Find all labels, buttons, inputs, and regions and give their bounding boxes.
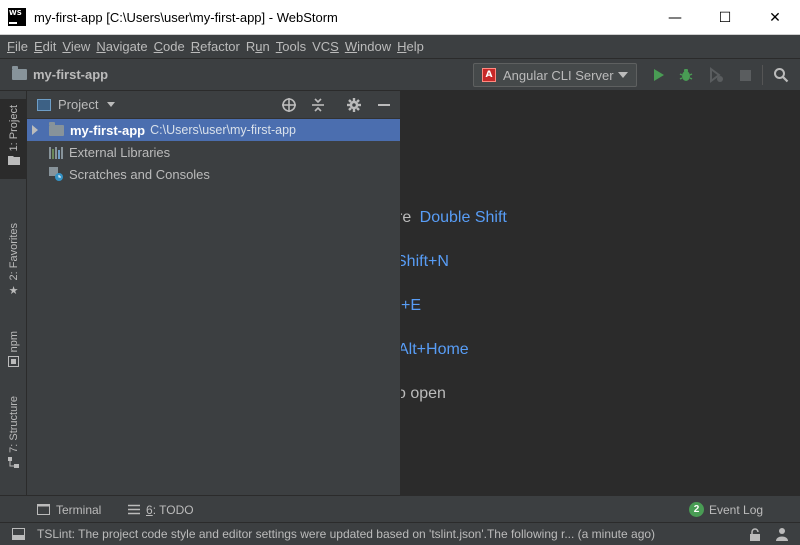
- tree-item-scratches[interactable]: Scratches and Consoles: [27, 163, 400, 185]
- hint-search-everywhere: re Double Shift: [401, 209, 507, 226]
- tree-item-label: Scratches and Consoles: [69, 166, 210, 182]
- collapse-all-icon[interactable]: [310, 97, 326, 113]
- breadcrumb-project[interactable]: my-first-app: [12, 66, 108, 82]
- tree-item-label: my-first-app: [70, 122, 146, 138]
- scratches-icon: [49, 167, 63, 181]
- menu-view[interactable]: View: [59, 39, 93, 54]
- status-bar: TSLint: The project code style and edito…: [0, 522, 800, 545]
- tab-event-log[interactable]: 2 Event Log: [689, 496, 763, 523]
- tab-terminal[interactable]: Terminal: [37, 496, 101, 523]
- tree-item-path: C:\Users\user\my-first-app: [150, 123, 296, 137]
- todo-list-icon: [128, 504, 140, 515]
- editor-area: re Double Shift Shift+N +E Alt+Home o op…: [401, 91, 800, 495]
- hector-inspector-icon[interactable]: [775, 527, 789, 545]
- tree-item-root-project[interactable]: my-first-app C:\Users\user\my-first-app: [27, 119, 400, 141]
- chevron-right-icon[interactable]: [32, 125, 38, 135]
- window-title: my-first-app [C:\Users\user\my-first-app…: [34, 9, 338, 25]
- run-configuration-label: Angular CLI Server: [503, 67, 614, 83]
- folder-icon: [12, 66, 27, 80]
- library-icon: [49, 146, 63, 159]
- menu-window[interactable]: Window: [342, 39, 394, 54]
- event-count-badge: 2: [689, 502, 704, 517]
- debug-icon[interactable]: [678, 67, 694, 83]
- toggle-tool-windows-icon[interactable]: [12, 528, 25, 544]
- run-icon[interactable]: [651, 67, 667, 83]
- tree-item-label: External Libraries: [69, 144, 171, 160]
- star-icon: ★: [8, 284, 19, 298]
- toolbar-divider: [762, 65, 763, 85]
- menu-edit[interactable]: Edit: [31, 39, 59, 54]
- stop-icon[interactable]: [737, 67, 753, 83]
- project-view-title[interactable]: Project: [58, 97, 98, 112]
- status-message[interactable]: TSLint: The project code style and edito…: [37, 527, 655, 541]
- menu-run[interactable]: Run: [243, 39, 273, 54]
- navigation-bar: my-first-app A Angular CLI Server: [0, 58, 800, 91]
- chevron-down-icon: [618, 72, 628, 78]
- run-configuration-select[interactable]: A Angular CLI Server: [473, 63, 637, 87]
- title-bar: WS my-first-app [C:\Users\user\my-first-…: [0, 0, 800, 35]
- menu-tools[interactable]: Tools: [273, 39, 309, 54]
- tab-favorites[interactable]: 2: Favorites ★: [0, 223, 27, 308]
- tab-todo[interactable]: 6: TODO: [128, 496, 194, 523]
- hint-navigation-bar: Alt+Home: [401, 341, 469, 358]
- terminal-icon: [37, 504, 50, 515]
- angular-icon: A: [482, 68, 496, 82]
- menu-navigate[interactable]: Navigate: [93, 39, 150, 54]
- hint-recent-files: +E: [401, 297, 422, 314]
- project-panel-header: Project: [27, 91, 400, 119]
- left-tool-strip: 1: Project 2: Favorites ★ npm 7: Structu…: [0, 91, 27, 495]
- minimize-button[interactable]: —: [650, 0, 700, 35]
- menu-bar: File Edit View Navigate Code Refactor Ru…: [0, 35, 800, 58]
- close-button[interactable]: ✕: [750, 0, 800, 35]
- menu-vcs[interactable]: VCS: [309, 39, 342, 54]
- locate-target-icon[interactable]: [281, 97, 297, 113]
- menu-code[interactable]: Code: [151, 39, 188, 54]
- hint-drop-files: o open: [401, 385, 446, 402]
- maximize-button[interactable]: ☐: [700, 0, 750, 35]
- tree-item-external-libraries[interactable]: External Libraries: [27, 141, 400, 163]
- structure-icon: [8, 456, 19, 471]
- lock-icon[interactable]: [749, 528, 761, 545]
- hint-go-to-file: Shift+N: [401, 253, 449, 270]
- project-view-icon: [37, 98, 51, 111]
- folder-icon: [49, 121, 64, 136]
- run-with-coverage-icon[interactable]: [708, 67, 724, 83]
- tab-project[interactable]: 1: Project: [0, 99, 27, 179]
- tab-structure[interactable]: 7: Structure: [0, 396, 27, 491]
- menu-refactor[interactable]: Refactor: [188, 39, 243, 54]
- bottom-tool-bar: Terminal 6: TODO 2 Event Log: [0, 495, 800, 522]
- project-tool-window: Project my-first-app C:\Users\user\my-fi…: [27, 91, 401, 495]
- tab-npm[interactable]: npm: [0, 331, 27, 376]
- hide-minimize-icon[interactable]: [376, 97, 392, 113]
- window-controls: — ☐ ✕: [650, 0, 800, 35]
- menu-help[interactable]: Help: [394, 39, 427, 54]
- webstorm-logo-icon: WS: [8, 8, 26, 26]
- folder-icon: [7, 155, 20, 168]
- gear-icon[interactable]: [346, 97, 362, 113]
- chevron-down-icon[interactable]: [107, 102, 116, 107]
- menu-file[interactable]: File: [4, 39, 31, 54]
- npm-icon: [8, 356, 19, 370]
- search-icon[interactable]: [773, 67, 789, 83]
